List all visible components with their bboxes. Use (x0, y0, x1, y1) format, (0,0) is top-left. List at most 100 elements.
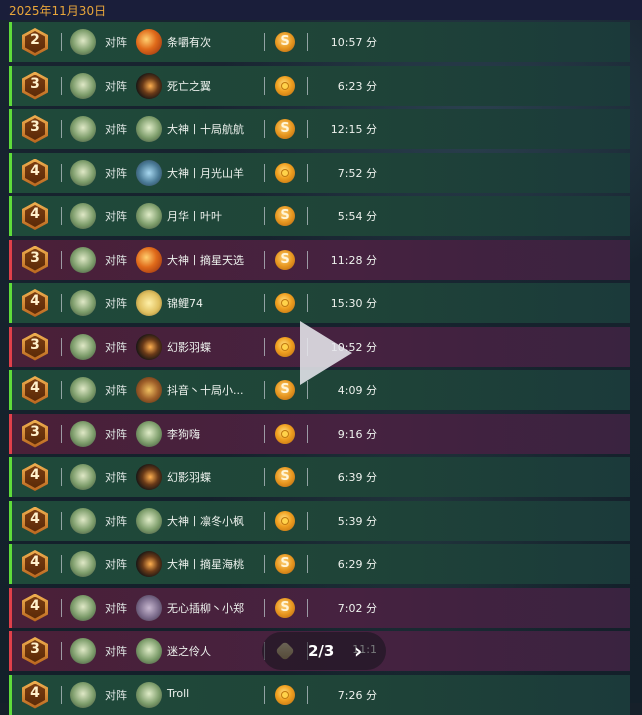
result-bar (9, 413, 12, 454)
opponent-name: 抖音丶十局小... (167, 384, 244, 397)
pager-text: 2/3 (308, 642, 335, 660)
result-bar (9, 370, 12, 410)
tribal-hero-icon (136, 377, 162, 403)
mage-hero-icon (136, 290, 162, 316)
player-hero-icon (70, 246, 96, 273)
match-row[interactable]: 4 对阵 大神丨凛冬小枫 5:39 分 (9, 500, 630, 541)
divider (61, 120, 62, 138)
divider (264, 381, 265, 399)
rank-number: 2 (30, 32, 40, 48)
coin-icon (275, 119, 295, 139)
chevron-right-icon[interactable]: › (354, 639, 362, 663)
divider (264, 598, 265, 617)
match-duration: 6:29 分 (337, 558, 377, 571)
opponent-name: 大神丨摘星天选 (167, 253, 244, 267)
match-row[interactable]: 3 对阵 李狗嗨 9:16 分 (9, 413, 630, 454)
vs-label: 对阵 (105, 601, 127, 615)
opponent-name: 死亡之翼 (167, 79, 211, 93)
match-row[interactable]: 3 对阵 大神丨摘星天选 11:28 分 (9, 239, 630, 280)
match-duration: 7:26 分 (337, 688, 377, 702)
match-row[interactable]: 2 对阵 条嚼有次 10:57 分 (9, 22, 630, 62)
match-duration: 6:23 分 (337, 79, 377, 93)
match-row[interactable]: 4 对阵 大神丨摘星海桃 6:29 分 (9, 544, 630, 584)
player-hero-icon (70, 638, 96, 664)
match-row[interactable]: 4 对阵 月华丨叶叶 5:54 分 (9, 196, 630, 236)
coin-icon (275, 423, 295, 444)
divider (264, 555, 265, 573)
knight-hero-icon (136, 116, 162, 142)
knight-hero-icon (136, 420, 162, 447)
match-row[interactable]: 3 对阵 死亡之翼 6:23 分 (9, 65, 630, 106)
vs-label: 对阵 (105, 36, 127, 49)
vs-label: 对阵 (105, 645, 127, 658)
opponent-name: 大神丨凛冬小枫 (167, 514, 244, 528)
opponent-name: 幻影羽蝶 (167, 471, 211, 484)
result-bar (9, 239, 12, 280)
player-hero-icon (70, 29, 96, 55)
fire-hero-icon (136, 246, 162, 273)
result-bar (9, 587, 12, 628)
player-hero-icon (70, 464, 96, 490)
divider (307, 685, 308, 704)
divider (307, 294, 308, 312)
coin-icon (275, 684, 295, 705)
opponent-name: Troll (167, 686, 190, 700)
match-duration: 7:02 分 (337, 601, 377, 615)
match-duration: 11:28 分 (330, 253, 377, 267)
divider (307, 555, 308, 573)
divider (61, 294, 62, 312)
coin-icon (275, 249, 295, 270)
rank-number: 3 (30, 249, 40, 266)
pager[interactable]: 2/3 › (262, 632, 386, 670)
divider (264, 163, 265, 182)
match-row[interactable]: 4 对阵 锦鲤74 15:30 分 (9, 283, 630, 323)
rank-number: 4 (30, 597, 40, 614)
coin-icon (275, 597, 295, 618)
rank-number: 4 (30, 554, 40, 570)
tech-hero-icon (136, 159, 162, 186)
result-bar (9, 631, 12, 671)
result-bar (9, 22, 12, 62)
vs-label: 对阵 (105, 210, 127, 223)
match-row[interactable]: 4 对阵 无心插柳丶小郑 7:02 分 (9, 587, 630, 628)
result-bar (9, 283, 12, 323)
knight-hero-icon (136, 681, 162, 708)
coin-icon (275, 380, 295, 400)
result-bar (9, 196, 12, 236)
divider (61, 76, 62, 95)
play-button[interactable] (296, 321, 352, 385)
match-row[interactable]: 3 对阵 大神丨十局航航 12:15 分 (9, 109, 630, 149)
divider (264, 337, 265, 356)
divider (307, 163, 308, 182)
player-hero-icon (70, 507, 96, 534)
match-duration: 5:54 分 (337, 210, 377, 223)
opponent-name: 李狗嗨 (167, 427, 200, 441)
opponent-name: 大神丨摘星海桃 (167, 558, 244, 571)
coin-icon (275, 206, 295, 226)
divider (61, 207, 62, 225)
player-hero-icon (70, 594, 96, 621)
vs-label: 对阵 (105, 471, 127, 484)
rank-number: 3 (30, 75, 40, 92)
play-icon (300, 321, 352, 385)
knight-hero-icon (136, 203, 162, 229)
divider (61, 424, 62, 443)
divider (307, 424, 308, 443)
rank-number: 4 (30, 162, 40, 179)
rank-number: 4 (30, 380, 40, 396)
vs-label: 对阵 (105, 253, 127, 267)
divider (264, 207, 265, 225)
match-row[interactable]: 4 对阵 幻影羽蝶 6:39 分 (9, 457, 630, 497)
divider (307, 76, 308, 95)
match-duration: 5:39 分 (337, 514, 377, 528)
match-duration: 15:30 分 (330, 297, 377, 310)
knight-hero-icon (136, 638, 162, 664)
match-row[interactable]: 4 对阵 Troll 7:26 分 (9, 674, 630, 715)
blade-hero-icon (136, 72, 162, 99)
match-row[interactable]: 4 对阵 大神丨月光山羊 7:52 分 (9, 152, 630, 193)
rank-number: 3 (30, 423, 40, 440)
divider (264, 685, 265, 704)
opponent-name: 幻影羽蝶 (167, 340, 211, 354)
divider (264, 511, 265, 530)
coin-icon (275, 162, 295, 183)
